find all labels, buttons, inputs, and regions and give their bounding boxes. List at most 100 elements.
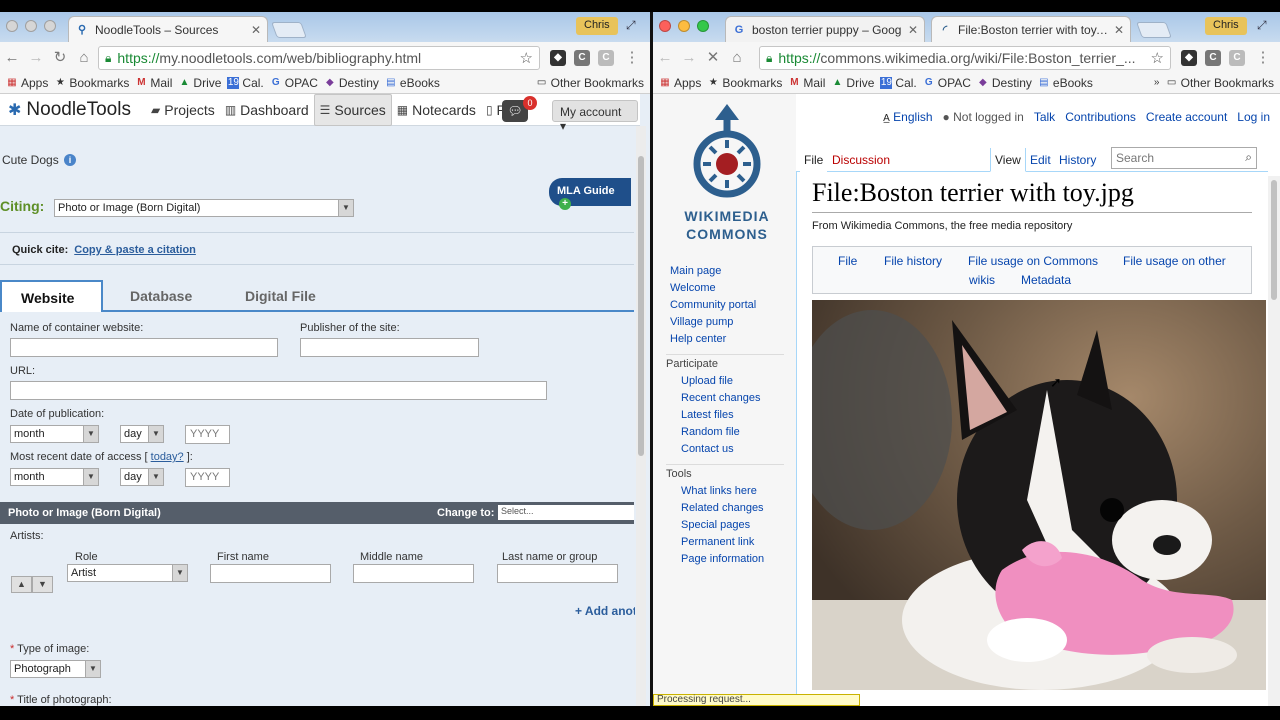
filenav-file-history[interactable]: File history	[884, 254, 942, 268]
address-bar[interactable]: 🔒︎ https://commons.wikimedia.org/wiki/Fi…	[759, 46, 1171, 70]
info-icon[interactable]: i	[64, 154, 76, 166]
back-icon[interactable]: ←	[0, 49, 24, 66]
extension-c2-icon[interactable]: C	[1229, 50, 1245, 66]
extension-c-icon[interactable]: C	[1205, 50, 1221, 66]
extension-icon[interactable]: ◆	[550, 50, 566, 66]
bookmark-bookmarks[interactable]: ★ Bookmarks	[707, 76, 783, 90]
filenav-usage-other-wikis[interactable]: wikis	[969, 273, 995, 287]
filenav-metadata[interactable]: Metadata	[1021, 273, 1071, 287]
tab-history[interactable]: History	[1055, 148, 1100, 172]
new-tab-button[interactable]	[271, 22, 307, 38]
close-tab-icon[interactable]: ✕	[251, 23, 261, 37]
close-tab-icon[interactable]: ✕	[908, 23, 918, 37]
last-name-input[interactable]	[497, 564, 618, 583]
nav-projects[interactable]: ▰ Projects	[146, 94, 220, 126]
bookmark-apps[interactable]: ▦ Apps	[659, 76, 701, 90]
sidebar-special-pages[interactable]: Special pages	[681, 519, 750, 531]
tab-website[interactable]: Website	[0, 280, 103, 314]
bookmark-star-icon[interactable]: ☆	[1151, 49, 1164, 67]
sidebar-main-page[interactable]: Main page	[670, 265, 721, 277]
sidebar-related-changes[interactable]: Related changes	[681, 502, 764, 514]
tab-digital-file[interactable]: Digital File	[245, 280, 316, 312]
publisher-input[interactable]	[300, 338, 479, 357]
tab-noodletools[interactable]: ⚲ NoodleTools – Sources ✕	[68, 16, 268, 42]
stop-loading-icon[interactable]: ✕	[701, 48, 725, 66]
create-account-link[interactable]: Create account	[1146, 110, 1227, 124]
bookmark-ebooks[interactable]: ▤ eBooks	[385, 76, 440, 90]
bookmark-mail[interactable]: M Mail	[135, 76, 172, 90]
noodletools-logo[interactable]: ✱ NoodleTools	[8, 99, 146, 121]
profile-button[interactable]: Chris	[576, 17, 618, 35]
filenav-usage-commons[interactable]: File usage on Commons	[968, 254, 1098, 268]
extension-c-icon[interactable]: C	[574, 50, 590, 66]
first-name-input[interactable]	[210, 564, 331, 583]
filenav-usage-other[interactable]: File usage on other	[1123, 254, 1226, 268]
tab-discussion[interactable]: Discussion	[828, 148, 894, 172]
sidebar-recent-changes[interactable]: Recent changes	[681, 392, 761, 404]
bookmark-opac[interactable]: G OPAC	[923, 76, 971, 90]
menu-icon[interactable]: ⋮	[1251, 48, 1275, 66]
forward-icon[interactable]: →	[677, 49, 701, 66]
profile-button[interactable]: Chris	[1205, 17, 1247, 35]
sidebar-what-links-here[interactable]: What links here	[681, 485, 757, 497]
home-icon[interactable]: ⌂	[72, 49, 96, 66]
bookmark-destiny[interactable]: ◆ Destiny	[977, 76, 1032, 90]
bookmark-bookmarks[interactable]: ★ Bookmarks	[54, 76, 130, 90]
close-tab-icon[interactable]: ✕	[1114, 23, 1124, 37]
extension-c2-icon[interactable]: C	[598, 50, 614, 66]
other-bookmarks[interactable]: ▭ Other Bookmarks	[536, 76, 644, 90]
minimize-window-button[interactable]	[25, 20, 37, 32]
reload-icon[interactable]: ↻	[48, 48, 72, 66]
log-in-link[interactable]: Log in	[1237, 110, 1270, 124]
citing-select[interactable]: Photo or Image (Born Digital) ▼	[54, 199, 354, 217]
nav-sources[interactable]: ☰ Sources	[313, 94, 392, 126]
bookmark-cal[interactable]: 19 Cal.	[880, 76, 917, 90]
bookmark-mail[interactable]: M Mail	[788, 76, 825, 90]
menu-icon[interactable]: ⋮	[620, 48, 644, 66]
close-window-button[interactable]	[6, 20, 18, 32]
back-icon[interactable]: ←	[653, 49, 677, 66]
tab-file[interactable]: File	[800, 148, 828, 172]
forward-icon[interactable]: →	[24, 49, 48, 66]
fullscreen-icon[interactable]: ⤢	[1257, 18, 1267, 33]
home-icon[interactable]: ⌂	[725, 49, 749, 66]
zoom-window-button[interactable]	[697, 20, 709, 32]
bookmark-star-icon[interactable]: ☆	[520, 49, 533, 67]
minimize-window-button[interactable]	[678, 20, 690, 32]
sidebar-random-file[interactable]: Random file	[681, 426, 740, 438]
bookmark-cal[interactable]: 19 Cal.	[227, 76, 264, 90]
bookmark-apps[interactable]: ▦ Apps	[6, 76, 48, 90]
move-down-icon[interactable]: ▼	[32, 576, 53, 593]
artist-role-dropdown[interactable]: Artist ▼	[67, 564, 188, 582]
address-bar[interactable]: 🔒︎ https://my.noodletools.com/web/biblio…	[98, 46, 540, 70]
change-to-select[interactable]: Select...	[498, 505, 634, 520]
wikimedia-commons-logo[interactable]: WIKIMEDIA COMMONS	[671, 102, 783, 241]
type-of-image-select[interactable]: Photograph ▼	[10, 660, 101, 678]
search-input[interactable]: Search ⌕	[1111, 147, 1257, 169]
sidebar-welcome[interactable]: Welcome	[670, 282, 716, 294]
zoom-window-button[interactable]	[44, 20, 56, 32]
fullscreen-icon[interactable]: ⤢	[626, 18, 636, 33]
access-year-input[interactable]: YYYY	[185, 468, 230, 487]
sidebar-latest-files[interactable]: Latest files	[681, 409, 734, 421]
sidebar-permanent-link[interactable]: Permanent link	[681, 536, 754, 548]
access-month-select[interactable]: month ▼	[10, 468, 99, 486]
tab-google-search[interactable]: G boston terrier puppy – Goog ✕	[725, 16, 925, 42]
url-input[interactable]	[10, 381, 547, 400]
tab-edit[interactable]: Edit	[1026, 148, 1055, 172]
middle-name-input[interactable]	[353, 564, 474, 583]
today-link[interactable]: today?	[151, 451, 184, 463]
pub-month-select[interactable]: month ▼	[10, 425, 99, 443]
right-scrollbar[interactable]	[1268, 176, 1280, 706]
sidebar-community-portal[interactable]: Community portal	[670, 299, 756, 311]
contributions-link[interactable]: Contributions	[1065, 110, 1136, 124]
sidebar-upload-file[interactable]: Upload file	[681, 375, 733, 387]
filenav-file[interactable]: File	[838, 254, 857, 268]
other-bookmarks[interactable]: » ▭ Other Bookmarks	[1151, 76, 1274, 90]
container-website-input[interactable]	[10, 338, 278, 357]
add-another-link[interactable]: + Add anot	[575, 604, 635, 618]
access-day-select[interactable]: day ▼	[120, 468, 164, 486]
extension-icon[interactable]: ◆	[1181, 50, 1197, 66]
sidebar-contact-us[interactable]: Contact us	[681, 443, 734, 455]
nav-dashboard[interactable]: ▥ Dashboard	[220, 94, 314, 126]
